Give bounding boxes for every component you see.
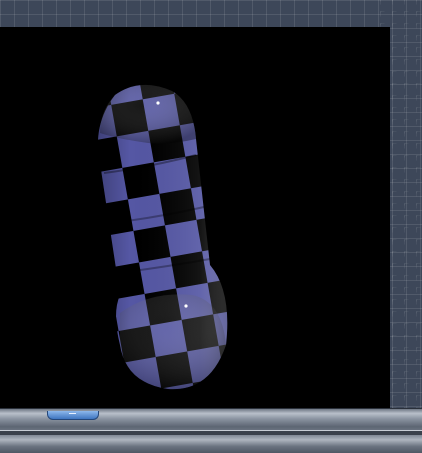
3d-viewport[interactable] xyxy=(0,27,390,408)
panel-toggle-handle[interactable] xyxy=(47,411,99,420)
capsule-model[interactable] xyxy=(60,67,260,407)
viewport-render xyxy=(60,67,260,407)
timeline-rail xyxy=(0,430,422,435)
grip-icon xyxy=(69,413,76,414)
